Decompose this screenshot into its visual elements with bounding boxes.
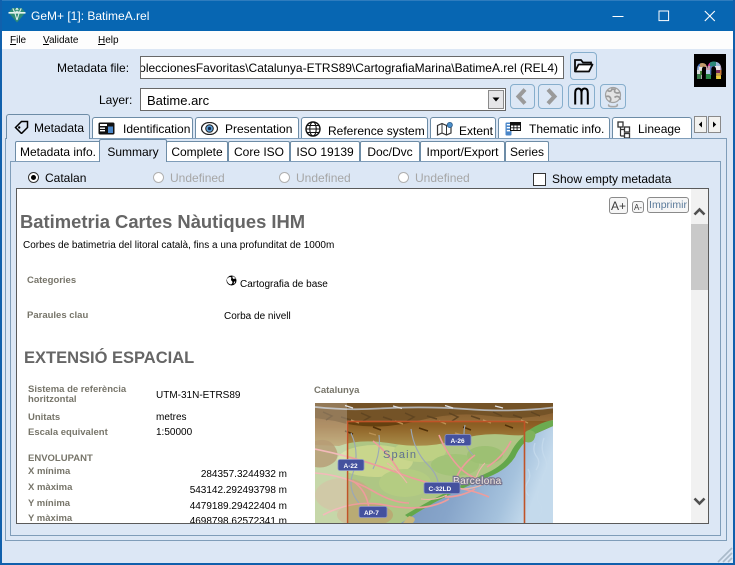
svg-text:A-22: A-22 (344, 463, 358, 470)
svg-text:Spain: Spain (383, 449, 417, 461)
svg-text:C-32LD: C-32LD (429, 486, 452, 493)
svg-text:AP-7: AP-7 (364, 510, 379, 517)
svg-text:A-26: A-26 (451, 438, 465, 445)
